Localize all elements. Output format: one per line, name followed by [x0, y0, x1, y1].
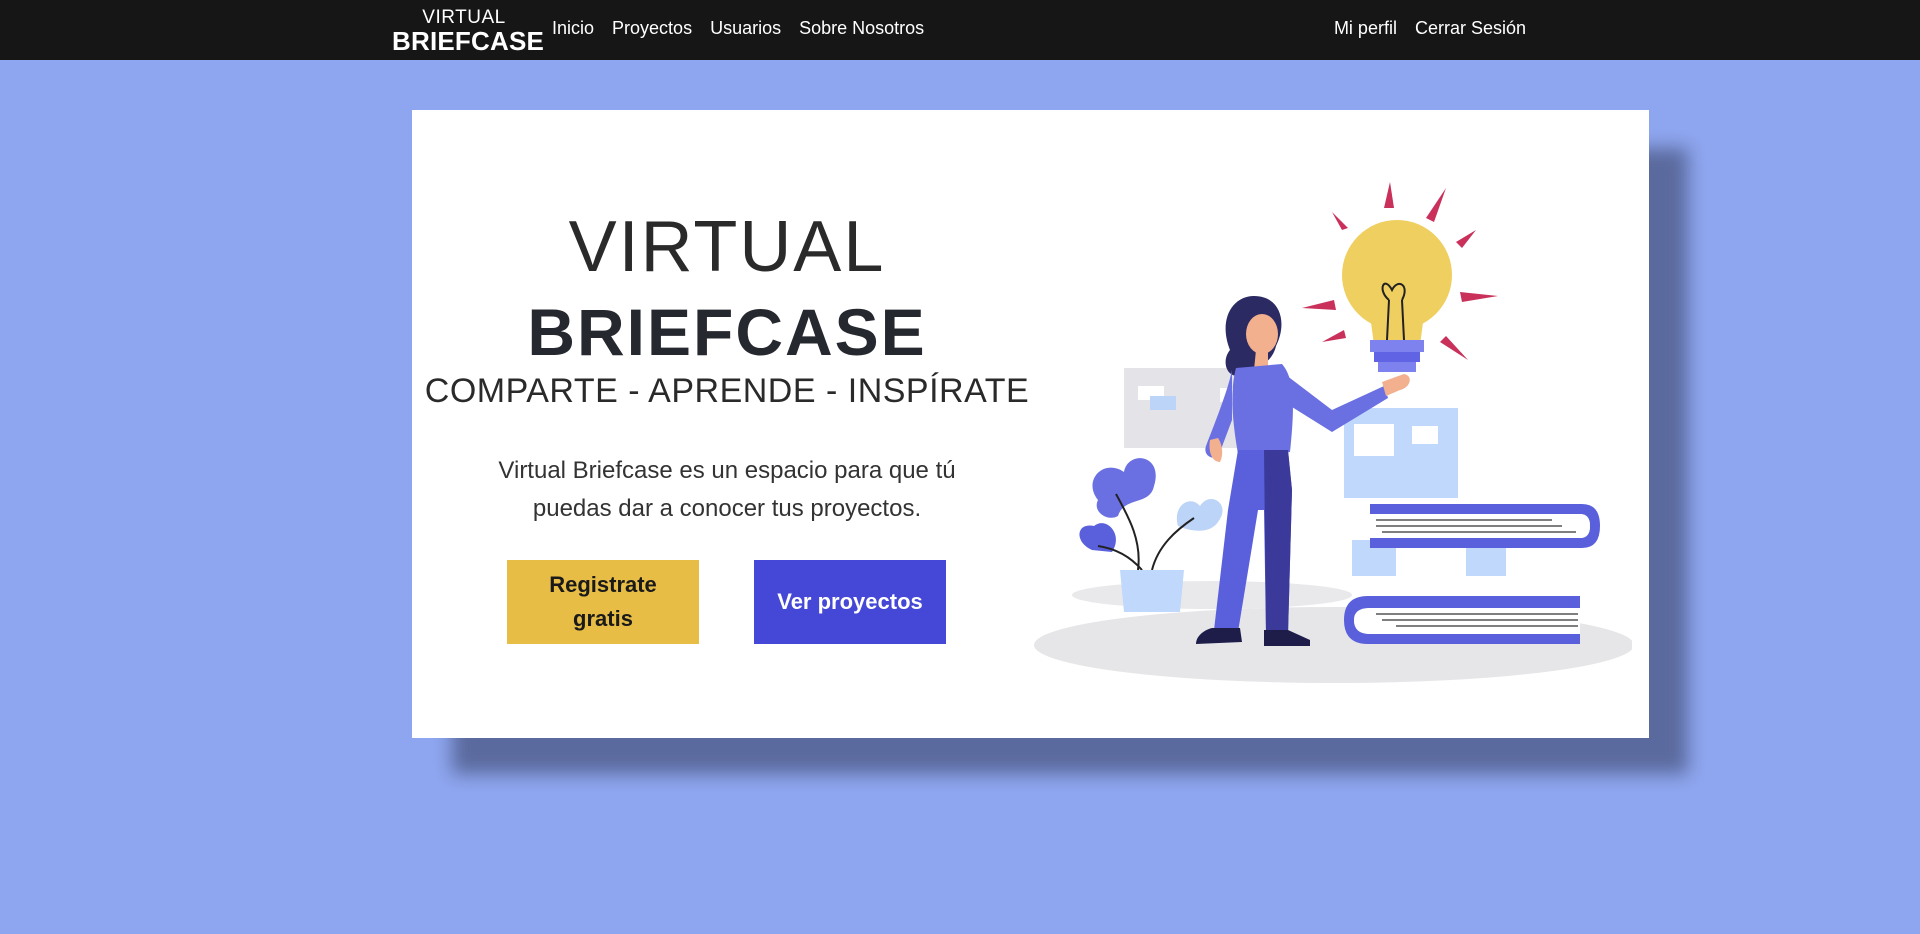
nav-link-mi-perfil[interactable]: Mi perfil	[1334, 18, 1397, 39]
nav-link-cerrar-sesion[interactable]: Cerrar Sesión	[1415, 18, 1526, 39]
register-button[interactable]: Registrate gratis	[507, 560, 699, 644]
hero-text: VIRTUAL BRIEFCASE COMPARTE - APRENDE - I…	[412, 110, 1042, 738]
nav-link-proyectos[interactable]: Proyectos	[612, 18, 692, 39]
nav-links-left: Inicio Proyectos Usuarios Sobre Nosotros	[552, 18, 924, 39]
brand-logo-bottom: BRIEFCASE	[392, 26, 545, 56]
hero-title-line2: BRIEFCASE	[527, 295, 927, 369]
hero-title-line1: VIRTUAL	[568, 207, 886, 287]
hero-tagline: COMPARTE - APRENDE - INSPÍRATE	[424, 372, 1030, 410]
view-projects-button[interactable]: Ver proyectos	[754, 560, 946, 644]
nav-link-inicio[interactable]: Inicio	[552, 18, 594, 39]
floor-shadow-small	[1072, 581, 1352, 609]
nav-link-sobre-nosotros[interactable]: Sobre Nosotros	[799, 18, 924, 39]
book-stack-icon	[1344, 504, 1600, 644]
brand-logo[interactable]: VIRTUAL BRIEFCASE	[392, 6, 545, 56]
hero-card: VIRTUAL BRIEFCASE COMPARTE - APRENDE - I…	[412, 110, 1649, 738]
brand-logo-top: VIRTUAL	[422, 7, 506, 28]
hero-illustration	[1034, 182, 1632, 683]
hero-description: Virtual Briefcase es un espacio para que…	[498, 457, 956, 522]
nav-links-right: Mi perfil Cerrar Sesión	[1334, 18, 1526, 39]
lightbulb-icon	[1302, 182, 1498, 372]
nav-link-usuarios[interactable]: Usuarios	[710, 18, 781, 39]
top-navbar: VIRTUAL BRIEFCASE Inicio Proyectos Usuar…	[0, 0, 1920, 60]
